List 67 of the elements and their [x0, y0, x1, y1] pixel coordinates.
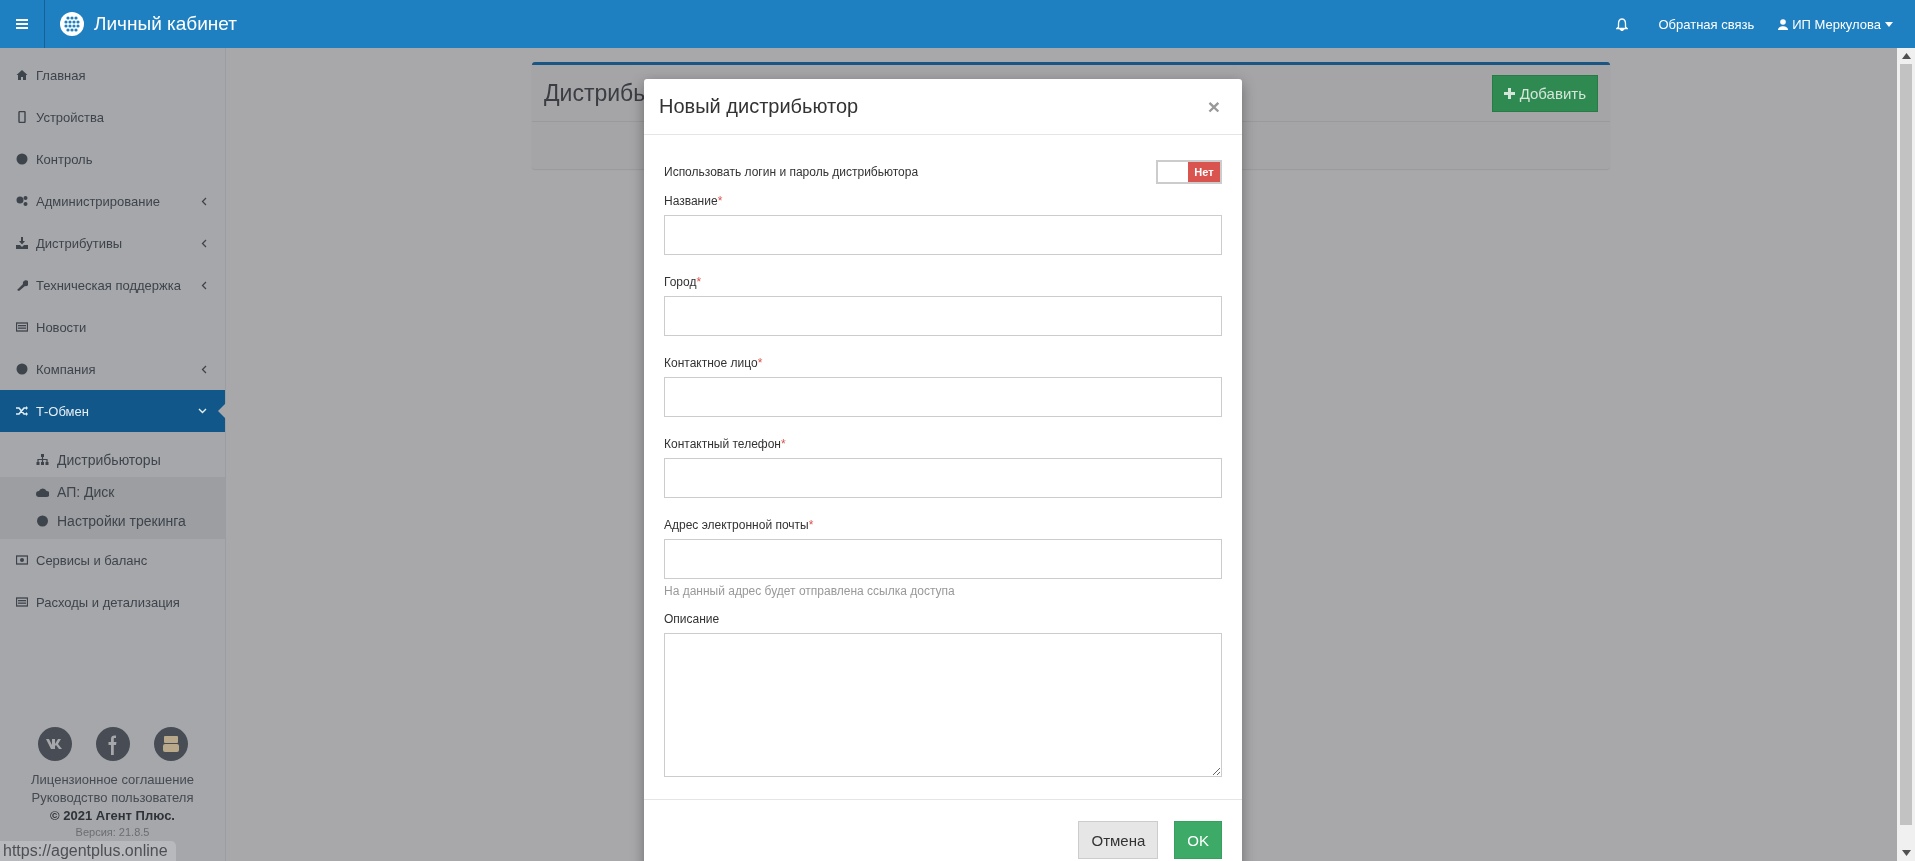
input-field[interactable] — [664, 377, 1222, 417]
field-label: Название* — [664, 194, 724, 208]
scroll-down-icon[interactable] — [1901, 850, 1911, 856]
footer-link[interactable]: Руководство пользователя — [31, 789, 194, 807]
menu-item-icon — [16, 237, 28, 249]
menu-icon[interactable] — [16, 19, 28, 29]
feedback-link[interactable]: Обратная связь — [1658, 16, 1755, 32]
menu-item-icon — [16, 321, 28, 333]
field-label: Адрес электронной почты* — [664, 518, 815, 532]
menu-item-icon — [16, 554, 28, 566]
submenu-icon — [36, 514, 49, 527]
user-icon — [1778, 18, 1789, 30]
toggle-label: Использовать логин и пароль дистрибьютора — [664, 165, 919, 179]
submenu-icon — [36, 485, 49, 498]
page-title: Дистрибь — [544, 79, 646, 107]
copyright-text: © 2021 Агент Плюс. — [50, 807, 175, 825]
sidebar-item[interactable]: Расходы и детализация — [0, 581, 225, 623]
sidebar-item[interactable]: Т-Обмен — [0, 390, 225, 432]
user-menu[interactable]: ИП Меркулова — [1778, 16, 1893, 32]
app-title: Личный кабинет — [94, 13, 237, 35]
cancel-button[interactable]: Отмена — [1078, 821, 1159, 859]
close-button[interactable]: × — [1205, 94, 1222, 119]
field-label: Контактное лицо* — [664, 356, 764, 370]
ok-button[interactable]: OK — [1174, 821, 1222, 859]
help-text: На данный адрес будет отправлена ссылка доступа — [664, 584, 956, 598]
sidebar-item[interactable]: Администрирование — [0, 180, 225, 222]
logo-icon — [60, 12, 84, 36]
version-text: Версия: 21.8.5 — [75, 825, 150, 839]
menu-item-icon — [16, 111, 28, 123]
sidebar-item[interactable]: Техническая поддержка — [0, 264, 225, 306]
menu-item-icon — [16, 363, 28, 375]
menu-item-icon — [16, 69, 28, 81]
menu-item-icon — [16, 279, 28, 291]
sidebar-item[interactable]: Главная — [0, 54, 225, 96]
menu-item-icon — [16, 596, 28, 608]
menu-item-icon — [16, 195, 28, 207]
sidebar-item[interactable]: Контроль — [0, 138, 225, 180]
sidebar-item[interactable]: Сервисы и баланс — [0, 539, 225, 581]
field-label: Контактный телефон* — [664, 437, 787, 451]
input-field[interactable] — [664, 296, 1222, 336]
input-field[interactable] — [664, 458, 1222, 498]
field-label: Описание — [664, 612, 721, 626]
toggle-switch[interactable]: Нет — [1156, 160, 1222, 184]
sidebar-item[interactable]: Новости — [0, 306, 225, 348]
scroll-up-icon[interactable] — [1901, 53, 1911, 59]
bell-icon[interactable] — [1616, 17, 1629, 31]
facebook-icon[interactable] — [95, 727, 130, 761]
sidebar-item[interactable]: Компания — [0, 348, 225, 390]
caret-icon — [1885, 21, 1893, 27]
field-label: Город* — [664, 275, 703, 289]
input-field[interactable] — [664, 215, 1222, 255]
submenu-item[interactable]: Дистрибьюторы — [0, 442, 225, 477]
menu-item-icon — [16, 153, 28, 165]
sidebar-item[interactable]: Устройства — [0, 96, 225, 138]
submenu-item[interactable]: Настройки трекинга — [0, 506, 225, 535]
scrollbar[interactable] — [1897, 48, 1915, 861]
dialog-title: Новый дистрибьютор — [659, 95, 860, 118]
plus-icon — [1503, 87, 1515, 99]
footer-link[interactable]: Лицензионное соглашение — [31, 771, 194, 789]
sidebar-item[interactable]: Дистрибутивы — [0, 222, 225, 264]
vk-icon[interactable] — [37, 727, 72, 761]
status-url-tooltip: https://agentplus.online — [0, 841, 176, 861]
menu-item-icon — [16, 405, 28, 417]
add-button[interactable]: Добавить — [1491, 74, 1598, 112]
input-field[interactable] — [664, 539, 1222, 579]
submenu-icon — [36, 453, 49, 466]
submenu-item[interactable]: АП: Диск — [0, 477, 225, 506]
